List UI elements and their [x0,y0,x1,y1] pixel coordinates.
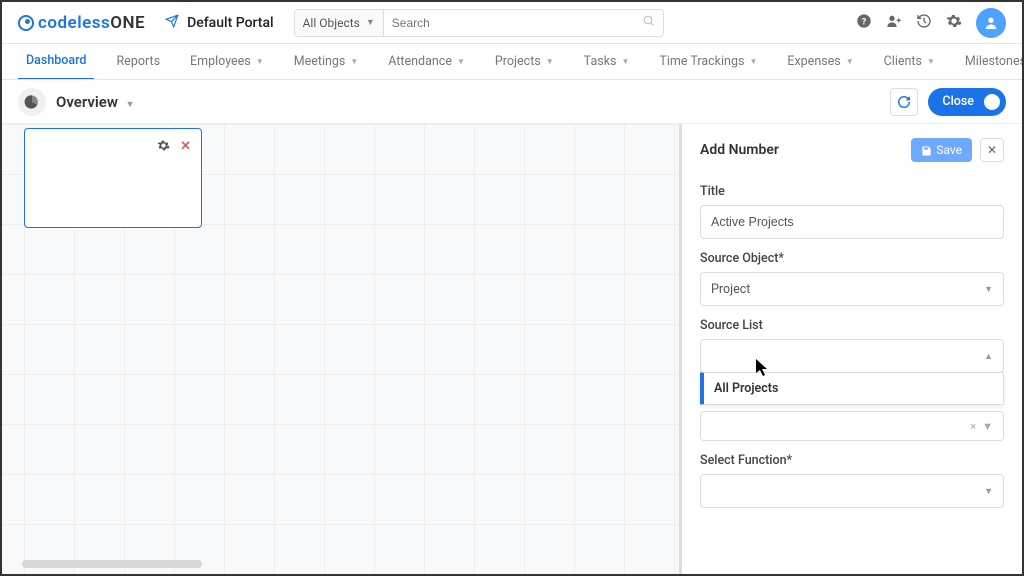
clear-icon[interactable]: × [970,420,976,433]
chevron-down-icon: ▼ [457,57,465,66]
search-input[interactable] [392,16,642,30]
chevron-down-icon: ▼ [366,17,375,28]
tab-meetings[interactable]: Meetings▼ [286,44,367,80]
refresh-button[interactable] [890,88,918,116]
tab-tasks[interactable]: Tasks▼ [576,44,638,80]
brand-text-2: ONE [110,13,145,33]
title-input[interactable] [700,205,1004,239]
dashboard-canvas[interactable]: ✕ [2,124,682,574]
all-objects-label: All Objects [303,16,360,30]
all-objects-dropdown[interactable]: All Objects ▼ [294,9,384,37]
toggle-knob [984,94,1000,110]
help-icon[interactable]: ? [856,13,872,33]
brand-text-1: codeless [38,13,110,33]
chevron-up-icon: ▲ [984,351,993,362]
close-toggle-button[interactable]: Close [928,88,1006,116]
search-field[interactable] [384,9,664,37]
source-object-label: Source Object* [700,251,1004,266]
search-icon [642,14,655,31]
close-label: Close [942,94,974,109]
tab-dashboard[interactable]: Dashboard [18,44,94,80]
chevron-down-icon: ▼ [126,100,135,110]
save-disk-icon [921,145,932,156]
chevron-down-icon: ▼ [256,57,264,66]
brand-icon [18,15,34,31]
chevron-down-icon: ▼ [984,284,993,295]
widget-card[interactable]: ✕ [24,128,202,228]
save-button[interactable]: Save [911,138,972,162]
chevron-down-icon: ▼ [984,486,993,497]
user-add-icon[interactable] [886,13,902,33]
nav-tabs: Dashboard Reports Employees▼ Meetings▼ A… [2,44,1022,80]
pie-chart-icon [18,88,46,116]
tab-projects[interactable]: Projects▼ [487,44,562,80]
chevron-down-icon: ▼ [621,57,629,66]
topbar-right: ? [856,8,1006,38]
tab-clients[interactable]: Clients▼ [876,44,943,80]
source-object-value: Project [711,282,750,297]
overview-dropdown[interactable]: Overview ▼ [56,93,135,111]
tab-expenses[interactable]: Expenses▼ [779,44,861,80]
widget-settings-icon[interactable] [157,139,170,156]
send-icon[interactable] [165,14,179,32]
source-list-label: Source List [700,318,1004,333]
source-list-extra-row[interactable]: × ▼ [700,411,1004,441]
widget-remove-icon[interactable]: ✕ [180,139,191,156]
tab-milestones[interactable]: Milestones▼ [957,44,1022,80]
overview-bar: Overview ▼ Close [2,80,1022,124]
main-split: ✕ Add Number Save ✕ Title Source Object*… [2,124,1022,574]
add-number-panel: Add Number Save ✕ Title Source Object* P… [682,124,1022,574]
title-label: Title [700,184,1004,199]
chevron-down-icon: ▼ [546,57,554,66]
svg-text:?: ? [862,16,867,27]
source-list-select[interactable]: ▲ [700,339,1004,373]
select-function-select[interactable]: ▼ [700,474,1004,508]
topbar: codelessONE Default Portal All Objects ▼… [2,2,1022,44]
source-list-option-label: All Projects [714,381,778,396]
portal-label[interactable]: Default Portal [187,15,273,31]
avatar[interactable] [976,8,1006,38]
panel-title: Add Number [700,142,779,158]
chevron-down-icon: ▼ [350,57,358,66]
panel-close-button[interactable]: ✕ [980,138,1004,162]
save-label: Save [936,143,962,157]
brand-logo[interactable]: codelessONE [18,13,145,33]
tab-employees[interactable]: Employees▼ [182,44,272,80]
gear-icon[interactable] [946,13,962,33]
chevron-down-icon: ▼ [846,57,854,66]
chevron-down-icon: ▼ [982,420,993,433]
select-function-label: Select Function* [700,453,1004,468]
overview-title-text: Overview [56,93,118,111]
tab-reports[interactable]: Reports [108,44,168,80]
chevron-down-icon: ▼ [927,57,935,66]
source-object-select[interactable]: Project ▼ [700,272,1004,306]
tab-attendance[interactable]: Attendance▼ [380,44,473,80]
source-list-option-all-projects[interactable]: All Projects [700,372,1004,405]
history-icon[interactable] [916,13,932,33]
horizontal-scrollbar[interactable] [22,560,202,568]
chevron-down-icon: ▼ [749,57,757,66]
tab-time-trackings[interactable]: Time Trackings▼ [651,44,765,80]
